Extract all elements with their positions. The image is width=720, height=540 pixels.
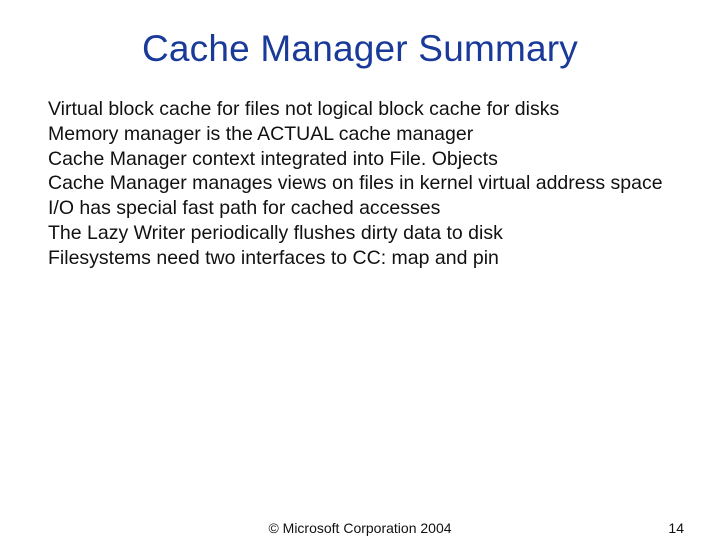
page-number: 14: [668, 520, 684, 536]
list-item: I/O has special fast path for cached acc…: [48, 197, 672, 221]
slide: Cache Manager Summary Virtual block cach…: [0, 0, 720, 540]
list-item: The Lazy Writer periodically flushes dir…: [48, 222, 672, 246]
list-item: Cache Manager manages views on files in …: [48, 172, 672, 196]
list-item: Filesystems need two interfaces to CC: m…: [48, 247, 672, 271]
bullet-list: Virtual block cache for files not logica…: [48, 98, 672, 270]
list-item: Memory manager is the ACTUAL cache manag…: [48, 123, 672, 147]
page-title: Cache Manager Summary: [48, 28, 672, 70]
copyright-text: © Microsoft Corporation 2004: [0, 520, 720, 536]
list-item: Cache Manager context integrated into Fi…: [48, 148, 672, 172]
list-item: Virtual block cache for files not logica…: [48, 98, 672, 122]
